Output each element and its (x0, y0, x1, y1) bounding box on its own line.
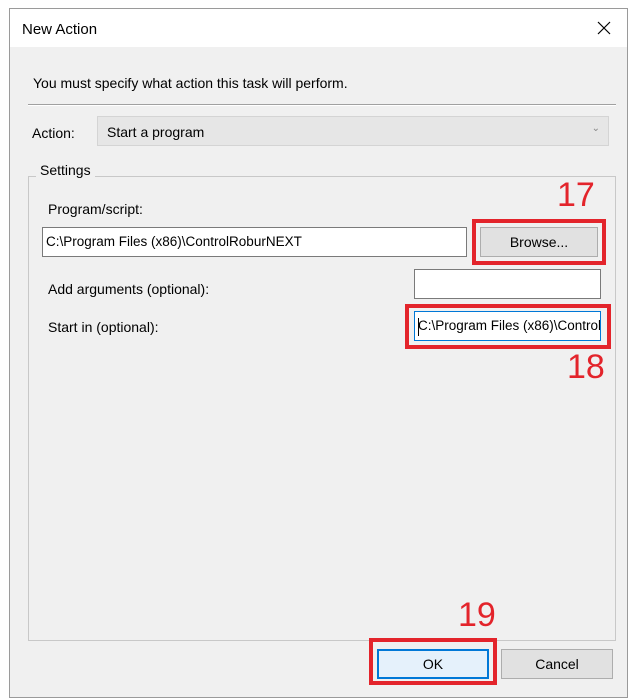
chevron-down-icon: ⌄ (591, 123, 600, 134)
title-bar: New Action (10, 9, 627, 47)
settings-group-label: Settings (36, 162, 95, 178)
arguments-input[interactable] (414, 269, 601, 299)
arguments-label: Add arguments (optional): (48, 281, 210, 297)
action-label: Action: (32, 125, 75, 141)
step-19-highlight (369, 638, 497, 685)
dialog-title: New Action (22, 21, 98, 38)
step-19-number: 19 (458, 596, 496, 634)
close-button[interactable] (581, 9, 627, 47)
program-script-input[interactable]: C:\Program Files (x86)\ControlRoburNEXT (42, 227, 467, 257)
step-17-number: 17 (557, 176, 595, 214)
instruction-text: You must specify what action this task w… (33, 75, 348, 91)
instruction-separator (28, 104, 616, 106)
program-script-value: C:\Program Files (x86)\ControlRoburNEXT (46, 234, 302, 249)
step-18-highlight (405, 304, 611, 349)
close-icon (597, 21, 611, 35)
action-selected-value: Start a program (107, 124, 205, 140)
new-action-dialog: New Action You must specify what action … (9, 8, 628, 698)
action-dropdown[interactable]: Start a program ⌄ (97, 116, 609, 146)
step-17-highlight (472, 219, 606, 265)
start-in-label: Start in (optional): (48, 319, 159, 335)
cancel-button[interactable]: Cancel (501, 649, 613, 679)
cancel-button-label: Cancel (535, 656, 579, 672)
step-18-number: 18 (567, 348, 605, 386)
program-script-label: Program/script: (48, 201, 143, 217)
